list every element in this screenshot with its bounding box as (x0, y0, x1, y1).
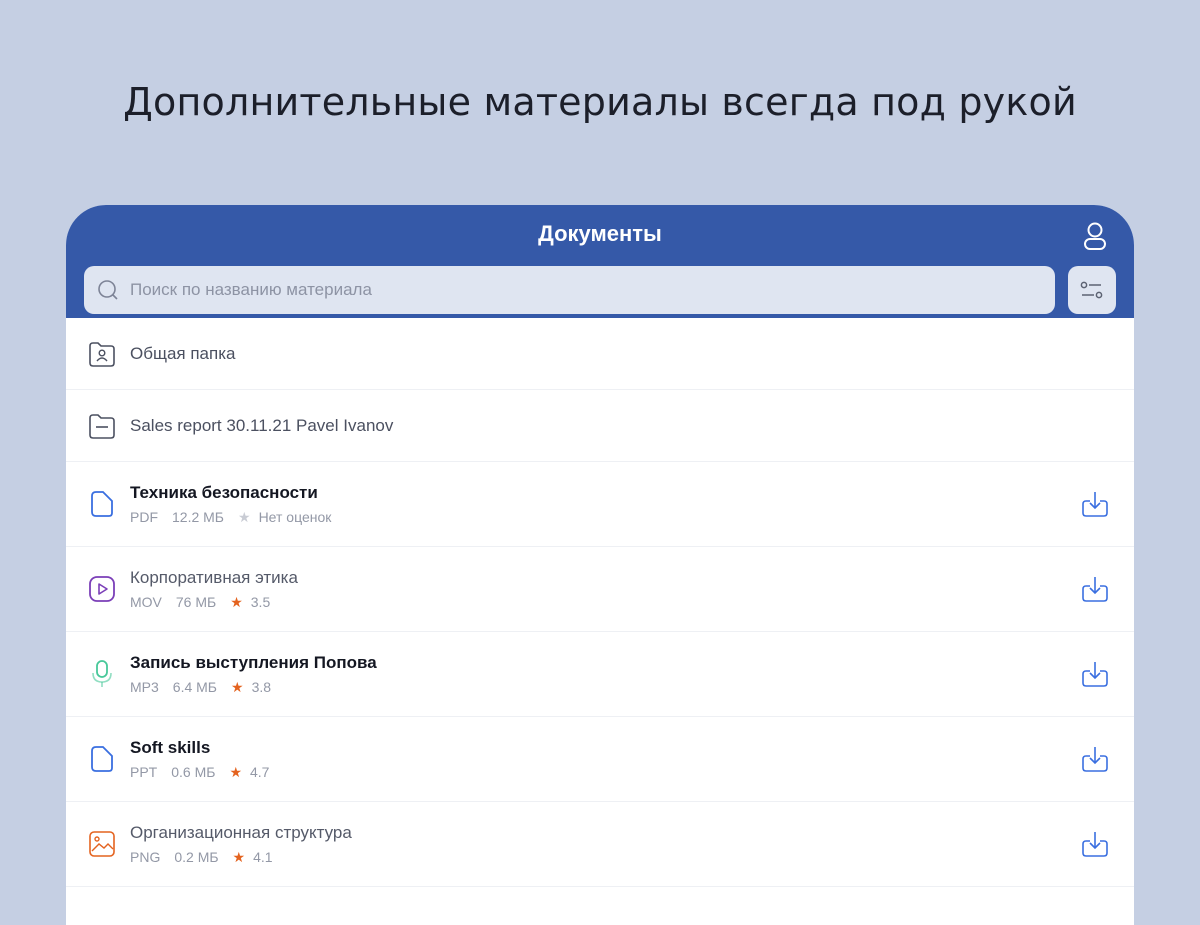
folder-name: Sales report 30.11.21 Pavel Ivanov (130, 415, 394, 435)
download-button[interactable] (1078, 827, 1112, 861)
promo-headline: Дополнительные материалы всегда под руко… (123, 80, 1077, 124)
file-size: 0.6 МБ (171, 764, 216, 780)
profile-button[interactable] (1078, 219, 1112, 253)
file-type: PPT (130, 764, 158, 780)
file-size: 76 МБ (175, 594, 217, 610)
list-item-file[interactable]: Техника безопасности PDF 12.2 МБ ★ Нет о… (66, 462, 1134, 547)
search-bar (84, 266, 1055, 314)
file-type: PDF (130, 509, 158, 525)
file-rating: 3.8 (251, 679, 272, 695)
shared-folder-icon (86, 338, 118, 370)
star-icon: ★ (238, 508, 251, 525)
download-icon (1082, 832, 1108, 857)
app-header: Документы (66, 205, 1134, 318)
star-icon: ★ (230, 593, 243, 610)
file-rating: Нет оценок (258, 509, 332, 525)
file-name: Запись выступления Попова (130, 652, 377, 672)
app-window: Документы Поиск по названию материала Об… (66, 205, 1134, 925)
file-rating: 3.5 (250, 594, 271, 610)
folder-icon (86, 410, 118, 442)
file-name: Техника безопасности (130, 482, 318, 502)
file-name: Корпоративная этика (130, 567, 298, 587)
page-title: Документы (538, 221, 662, 246)
filter-toggle-icon (1080, 281, 1103, 299)
file-rating: 4.7 (250, 764, 270, 780)
list-item-folder[interactable]: Sales report 30.11.21 Pavel Ivanov (66, 390, 1134, 462)
filter-button[interactable] (1068, 266, 1116, 314)
file-type: MP3 (130, 679, 159, 695)
search-input[interactable] (128, 269, 1055, 311)
download-button[interactable] (1078, 572, 1112, 606)
file-size: 12.2 МБ (172, 509, 224, 525)
star-icon: ★ (231, 678, 244, 695)
video-icon (86, 573, 118, 605)
file-size: 6.4 МБ (172, 679, 217, 695)
image-icon (86, 828, 118, 860)
star-icon: ★ (229, 763, 242, 780)
file-type: PNG (130, 849, 161, 865)
document-icon (86, 743, 118, 775)
download-icon (1082, 662, 1108, 687)
microphone-icon (86, 658, 118, 690)
list-item-file[interactable]: Корпоративная этика MOV 76 МБ ★ 3.5 (66, 547, 1134, 632)
star-icon: ★ (232, 848, 246, 865)
list-item-file[interactable]: Запись выступления Попова MP3 6.4 МБ ★ 3… (66, 632, 1134, 717)
file-name: Организационная структура (130, 822, 352, 842)
file-rating: 4.1 (253, 849, 273, 865)
download-button[interactable] (1078, 657, 1112, 691)
download-icon (1082, 577, 1108, 602)
document-icon (86, 488, 118, 520)
download-icon (1082, 492, 1108, 517)
folder-name: Общая папка (130, 343, 236, 363)
list-item-shared-folder[interactable]: Общая папка (66, 318, 1134, 390)
download-icon (1082, 747, 1108, 772)
user-icon (1084, 222, 1106, 250)
file-name: Soft skills (130, 737, 211, 757)
download-button[interactable] (1078, 487, 1112, 521)
search-icon (94, 276, 122, 304)
download-button[interactable] (1078, 742, 1112, 776)
file-type: MOV (130, 594, 162, 610)
documents-list: Общая папка Sales report 30.11.21 Pavel … (66, 318, 1134, 887)
list-item-file[interactable]: Организационная структура PNG 0.2 МБ ★ 4… (66, 802, 1134, 887)
file-size: 0.2 МБ (174, 849, 219, 865)
list-item-file[interactable]: Soft skills PPT 0.6 МБ ★ 4.7 (66, 717, 1134, 802)
